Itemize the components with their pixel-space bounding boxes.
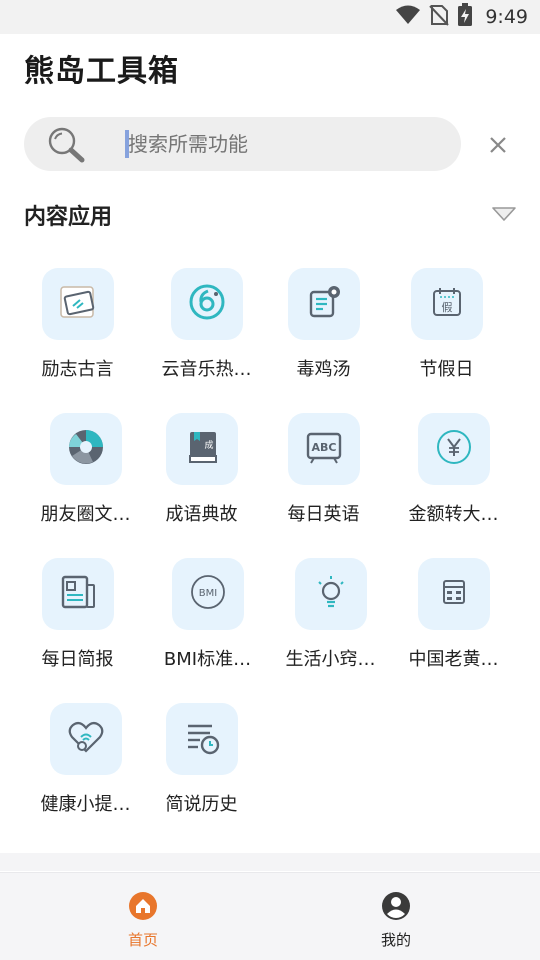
yen-coin-icon [434, 427, 474, 471]
tool-item-holidays[interactable]: 假 节假日 [385, 268, 508, 388]
tool-item-idioms[interactable]: 成 成语典故 [140, 413, 263, 533]
tool-label: 成语典故 [165, 504, 238, 525]
aperture-icon [66, 427, 106, 471]
tool-item-daily-briefing[interactable]: 每日简报 [16, 558, 139, 678]
tool-item-poison-soup[interactable]: 毒鸡汤 [262, 268, 385, 388]
health-heart-icon [66, 717, 106, 761]
lightbulb-icon [311, 572, 351, 616]
tool-item-brief-history[interactable]: 简说历史 [140, 703, 263, 823]
idiom-book-icon: 成 [182, 427, 222, 471]
search-icon [46, 125, 86, 169]
calendar-holiday-icon: 假 [427, 282, 467, 326]
tool-label: 毒鸡汤 [296, 359, 351, 380]
home-icon [128, 891, 158, 921]
tool-label: 健康小提… [40, 794, 131, 815]
tool-item-amount-uppercase[interactable]: 金额转大… [392, 413, 515, 533]
poison-soup-icon [304, 282, 344, 326]
nav-mine[interactable]: 我的 [336, 873, 456, 960]
quote-card-icon [58, 282, 98, 326]
tool-label: 生活小窍… [285, 649, 376, 670]
nav-mine-label: 我的 [380, 931, 411, 949]
tool-label: 励志古言 [41, 359, 114, 380]
tool-tile [294, 558, 367, 630]
tool-tile: BMI [171, 558, 244, 630]
tool-tile [417, 558, 490, 630]
bmi-scale-icon: BMI [188, 572, 228, 616]
nav-home-label: 首页 [127, 931, 158, 949]
tool-tile [287, 268, 360, 340]
tool-tile [49, 413, 122, 485]
tool-tile: 成 [165, 413, 238, 485]
tool-label: 朋友圈文… [40, 504, 131, 525]
tool-label: 金额转大… [408, 504, 499, 525]
tool-label: BMI标准… [163, 649, 252, 670]
tool-item-daily-english[interactable]: ABC 每日英语 [262, 413, 385, 533]
battery-charging-icon [457, 3, 473, 31]
abc-board-icon: ABC [304, 427, 344, 471]
no-sim-icon [429, 4, 450, 30]
tool-label: 中国老黄… [408, 649, 499, 670]
tool-label: 每日英语 [287, 504, 360, 525]
svg-text:成: 成 [204, 439, 213, 451]
user-profile-icon [381, 891, 411, 921]
status-bar: 9:49 [0, 0, 540, 34]
tool-item-quotes[interactable]: 励志古言 [16, 268, 139, 388]
tool-label: 简说历史 [165, 794, 238, 815]
clear-search-icon[interactable] [485, 132, 511, 158]
svg-text:假: 假 [441, 300, 452, 314]
tool-item-moments-copy[interactable]: 朋友圈文… [24, 413, 147, 533]
tool-tile [41, 558, 114, 630]
tool-item-almanac[interactable]: 中国老黄… [392, 558, 515, 678]
tool-tile [41, 268, 114, 340]
tool-item-cloud-music[interactable]: 云音乐热… [145, 268, 268, 388]
tool-label: 云音乐热… [161, 359, 252, 380]
tool-item-bmi[interactable]: BMI BMI标准… [146, 558, 269, 678]
wifi-icon [395, 5, 421, 29]
svg-text:BMI: BMI [198, 588, 216, 599]
section-divider [0, 853, 540, 871]
tool-tile [417, 413, 490, 485]
almanac-icon [434, 572, 474, 616]
nav-home[interactable]: 首页 [83, 873, 203, 960]
app-title: 熊岛工具箱 [24, 54, 179, 89]
tool-tile: ABC [287, 413, 360, 485]
bottom-nav: 首页 我的 [0, 872, 540, 960]
section-title: 内容应用 [24, 205, 113, 230]
music-disc-icon [187, 282, 227, 326]
history-list-icon [182, 717, 222, 761]
tool-label: 节假日 [419, 359, 474, 380]
app-screen: 9:49 熊岛工具箱 内容应用 [0, 0, 540, 960]
search-input[interactable] [128, 128, 448, 160]
tool-label: 每日简报 [41, 649, 114, 670]
tool-tile [170, 268, 243, 340]
clock-time: 9:49 [485, 6, 528, 28]
collapse-triangle-icon[interactable] [491, 205, 517, 223]
newspaper-icon [58, 572, 98, 616]
tool-tile [165, 703, 238, 775]
svg-text:ABC: ABC [311, 441, 336, 454]
tool-tile: 假 [410, 268, 483, 340]
tool-item-life-tips[interactable]: 生活小窍… [269, 558, 392, 678]
tool-item-health-tips[interactable]: 健康小提… [24, 703, 147, 823]
tool-tile [49, 703, 122, 775]
search-bar[interactable] [24, 117, 461, 171]
